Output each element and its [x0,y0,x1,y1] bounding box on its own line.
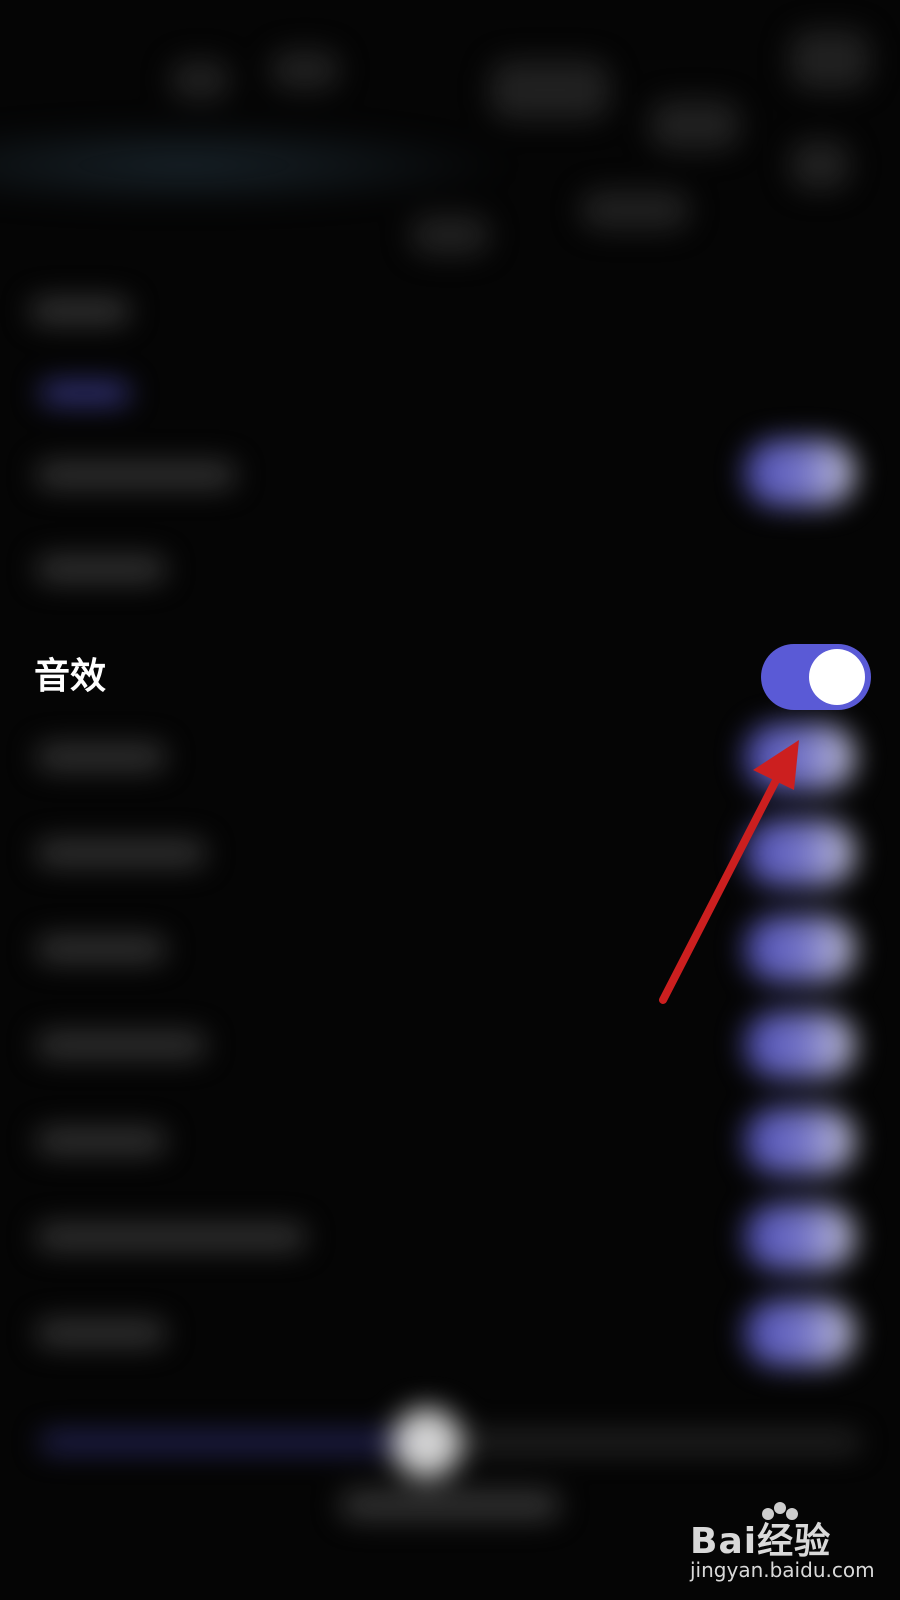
watermark-url: jingyan.baidu.com [690,1558,875,1582]
red-arrow-icon [659,740,799,1004]
arrow-shaft [659,753,792,1004]
baidu-paw-icon [762,1502,798,1520]
